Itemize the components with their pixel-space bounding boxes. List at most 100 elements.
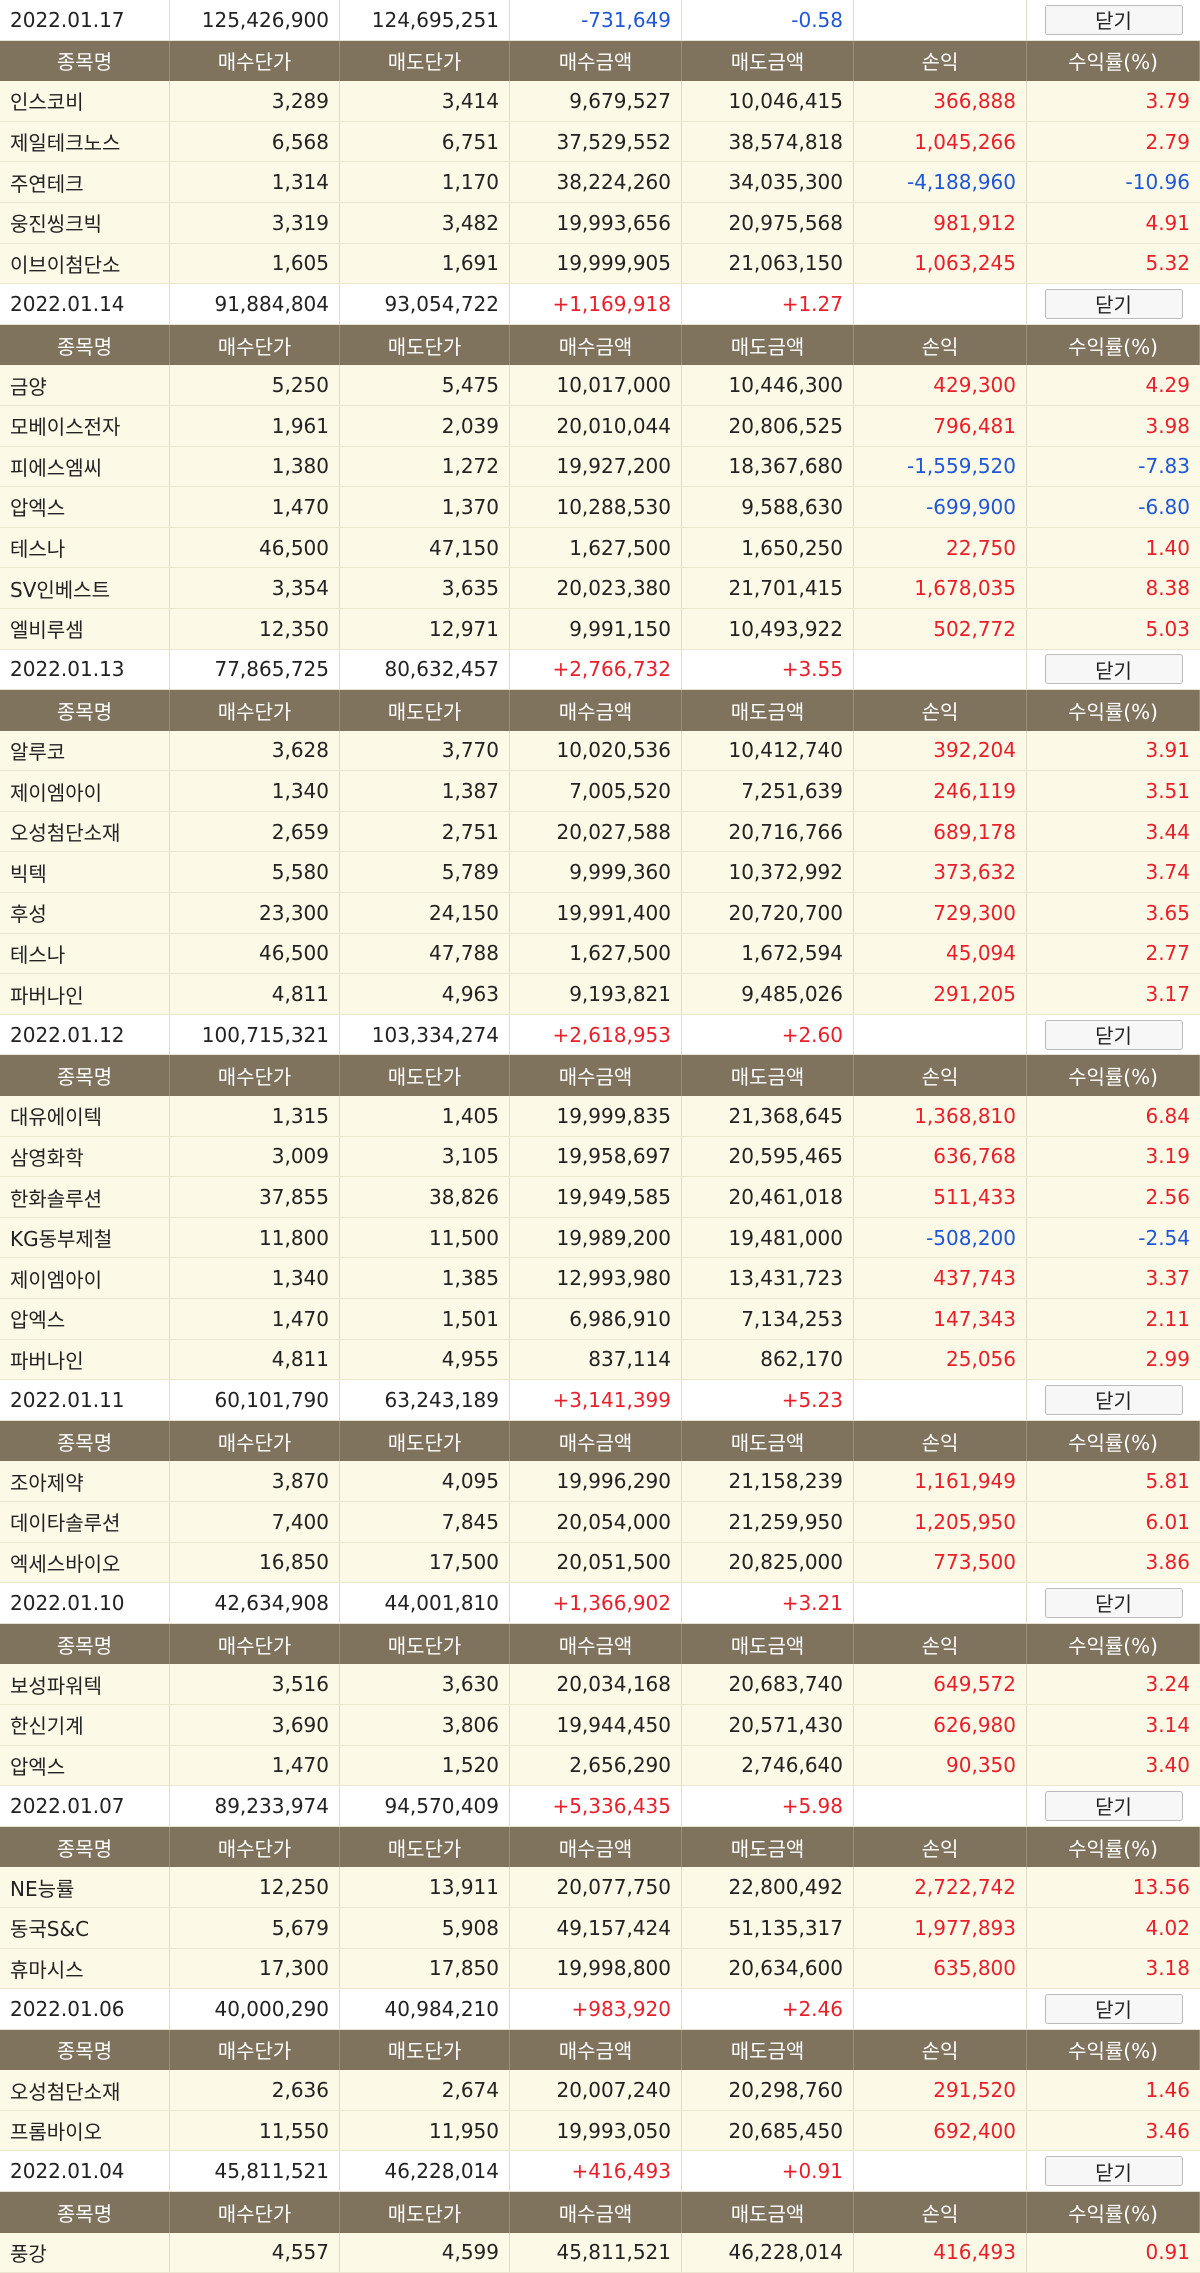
table-row: 제이엠아이 1,340 1,385 12,993,980 13,431,723 437,7… [0,1258,1200,1299]
column-header: 매수금액 [510,1420,682,1462]
column-header: 매도금액 [682,690,854,731]
profit-loss: 635,800 [854,1948,1027,1989]
buy-amount: 19,999,905 [510,243,682,284]
buy-amount: 1,627,500 [510,933,682,974]
buy-price: 4,811 [170,974,340,1014]
summary-buy-total: 100,715,321 [170,1014,340,1055]
summary-rate: +1.27 [682,284,854,324]
buy-amount: 20,023,380 [510,568,682,608]
stock-name: 휴마시스 [0,1948,170,1989]
summary-rate: +5.98 [682,1786,854,1826]
return-rate: 3.86 [1145,1550,1190,1575]
close-button-cell: 닫기 [1027,1380,1200,1420]
column-header: 수익률(%) [1027,1623,1200,1665]
close-button[interactable]: 닫기 [1044,2156,1183,2187]
close-button[interactable]: 닫기 [1044,1790,1183,1821]
sell-price: 17,850 [340,1948,510,1989]
summary-empty [854,1786,1027,1826]
sell-price: 1,385 [340,1258,510,1298]
return-rate: 8.38 [1145,576,1190,601]
profit-loss: -1,559,520 [854,446,1027,487]
column-header: 매도단가 [340,2029,510,2071]
summary-date: 2022.01.12 [0,1014,170,1055]
sell-price: 47,788 [340,933,510,974]
sell-price: 11,500 [340,1217,510,1258]
table-row: 파버나인 4,811 4,963 9,193,821 9,485,026 291,205 3… [0,974,1200,1015]
close-button[interactable]: 닫기 [1044,4,1183,35]
summary-empty [854,1989,1027,2029]
stock-name: 한화솔루션 [0,1177,170,1217]
summary-pnl: +2,618,953 [510,1014,682,1055]
column-header: 매수단가 [170,2192,340,2233]
buy-price: 1,470 [170,487,340,527]
column-header: 매도금액 [682,1055,854,1097]
summary-pnl: +5,336,435 [510,1786,682,1826]
profit-loss: 649,572 [854,1664,1027,1704]
profit-loss: 1,063,245 [854,243,1027,284]
summary-date: 2022.01.10 [0,1583,170,1623]
column-header: 매도단가 [340,690,510,731]
buy-amount: 19,993,656 [510,202,682,243]
buy-amount: 9,679,527 [510,81,682,121]
return-rate: 3.40 [1145,1753,1190,1778]
profit-loss: 147,343 [854,1299,1027,1339]
column-header: 매수금액 [510,40,682,82]
day-summary-row: 2022.01.04 45,811,521 46,228,014 +416,493 +0… [0,2151,1200,2193]
profit-loss: 45,094 [854,933,1027,974]
sell-price: 3,482 [340,202,510,243]
table-row: 인스코비 3,289 3,414 9,679,527 10,046,415 366,888… [0,81,1200,122]
return-rate: 2.99 [1145,1347,1190,1372]
return-rate: 3.98 [1145,413,1190,438]
summary-sell-total: 103,334,274 [340,1014,510,1055]
table-row: 엘비루셈 12,350 12,971 9,991,150 10,493,922 502,7… [0,608,1200,650]
table-row: 압엑스 1,470 1,501 6,986,910 7,134,253 147,343 2.… [0,1299,1200,1340]
return-rate: 0.91 [1145,2240,1190,2265]
sell-price: 5,475 [340,365,510,405]
buy-price: 37,855 [170,1177,340,1217]
stock-name: 압엑스 [0,487,170,527]
sell-price: 4,599 [340,2232,510,2273]
profit-loss: 429,300 [854,365,1027,405]
summary-sell-total: 40,984,210 [340,1989,510,2029]
buy-price: 3,516 [170,1664,340,1704]
sell-amount: 46,228,014 [682,2232,854,2273]
column-header-row: 종목명 매수단가 매도단가 매수금액 매도금액 손익 수익률(%) [0,324,1200,366]
profit-loss: -699,900 [854,487,1027,527]
table-row: 압엑스 1,470 1,370 10,288,530 9,588,630 -699,900… [0,487,1200,528]
column-header: 매수단가 [170,1420,340,1462]
buy-amount: 20,010,044 [510,405,682,446]
table-row: 오성첨단소재 2,636 2,674 20,007,240 20,298,760 291,… [0,2070,1200,2111]
table-row: 한화솔루션 37,855 38,826 19,949,585 20,461,018 511… [0,1177,1200,1218]
column-header: 매도금액 [682,2029,854,2071]
sell-amount: 20,461,018 [682,1177,854,1217]
column-header: 매수단가 [170,40,340,82]
stock-name: 파버나인 [0,974,170,1014]
close-button[interactable]: 닫기 [1044,1993,1183,2024]
sell-price: 2,039 [340,405,510,446]
close-button[interactable]: 닫기 [1044,1587,1183,1618]
buy-amount: 2,656,290 [510,1745,682,1786]
return-rate: 2.79 [1145,129,1190,154]
close-button[interactable]: 닫기 [1044,1019,1183,1050]
sell-amount: 10,046,415 [682,81,854,121]
sell-amount: 34,035,300 [682,162,854,202]
sell-price: 47,150 [340,527,510,568]
column-header: 수익률(%) [1027,2029,1200,2071]
table-row: 데이타솔루션 7,400 7,845 20,054,000 21,259,950 1,20… [0,1501,1200,1543]
column-header: 수익률(%) [1027,690,1200,731]
close-button[interactable]: 닫기 [1044,654,1183,685]
profit-loss: 1,205,950 [854,1501,1027,1542]
buy-price: 4,557 [170,2232,340,2273]
stock-name: 압엑스 [0,1299,170,1339]
buy-amount: 20,077,750 [510,1867,682,1907]
close-button[interactable]: 닫기 [1044,1384,1183,1415]
sell-price: 3,635 [340,568,510,608]
buy-price: 1,340 [170,771,340,811]
buy-price: 3,628 [170,730,340,771]
day-summary-row: 2022.01.14 91,884,804 93,054,722 +1,169,918… [0,284,1200,325]
sell-amount: 20,685,450 [682,2110,854,2151]
column-header: 매수단가 [170,2029,340,2071]
close-button-cell: 닫기 [1027,1989,1200,2029]
close-button[interactable]: 닫기 [1044,288,1183,319]
close-button-cell: 닫기 [1027,0,1200,40]
